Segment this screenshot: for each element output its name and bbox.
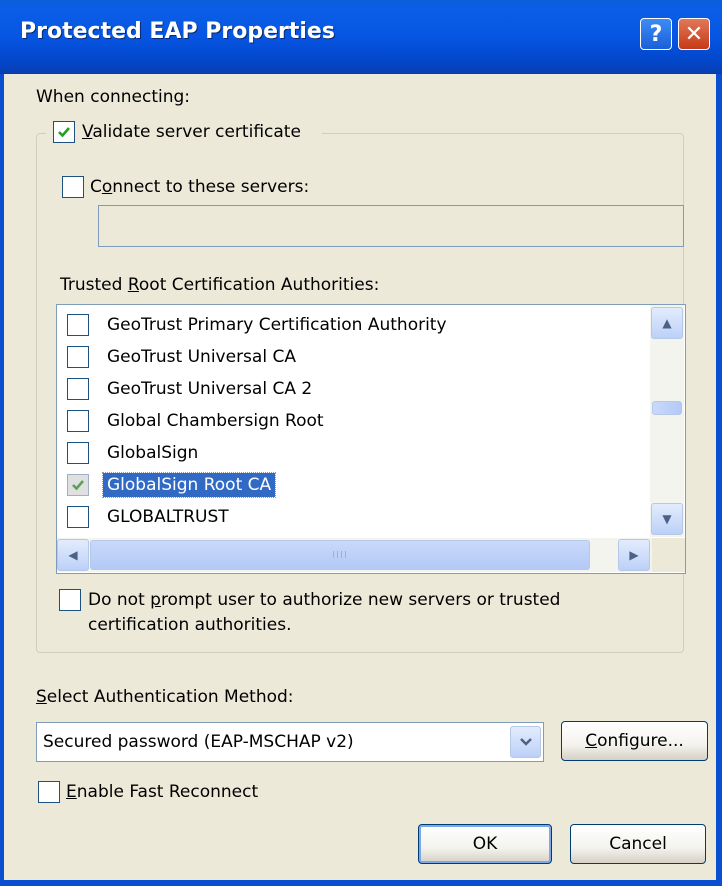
fast-reconnect-checkbox[interactable] <box>38 781 60 803</box>
window-frame-left <box>0 74 4 886</box>
list-item[interactable]: GLOBALTRUST <box>65 501 645 533</box>
scroll-right-button[interactable]: ▶ <box>618 539 650 571</box>
ca-checkbox[interactable] <box>67 378 89 400</box>
chevron-left-icon: ◀ <box>68 548 78 562</box>
no-prompt-label-line2[interactable]: certification authorities. <box>88 614 291 636</box>
checkmark-icon <box>58 127 70 138</box>
window-title: Protected EAP Properties <box>20 19 335 44</box>
scroll-down-button[interactable]: ▼ <box>651 503 683 535</box>
list-item[interactable]: GlobalSign <box>65 437 645 469</box>
validate-cert-label[interactable]: Validate server certificate <box>82 121 301 143</box>
configure-button[interactable]: Configure... <box>561 721 708 761</box>
list-item[interactable]: Global Chambersign Root <box>65 405 645 437</box>
ca-name: GeoTrust Primary Certification Authority <box>107 315 447 335</box>
window-frame-right <box>716 74 722 886</box>
connect-servers-label[interactable]: Connect to these servers: <box>90 176 309 198</box>
list-item[interactable]: GeoTrust Universal CA 2 <box>65 373 645 405</box>
horizontal-scrollbar[interactable]: ◀ IIII ▶ <box>57 538 652 572</box>
ca-name: GLOBALTRUST <box>107 507 229 527</box>
chevron-down-icon: ▼ <box>662 512 672 526</box>
title-bar[interactable]: Protected EAP Properties ? ✕ <box>0 0 722 74</box>
ca-checkbox[interactable] <box>67 346 89 368</box>
vertical-scrollbar[interactable]: ▲ ▼ <box>650 305 684 537</box>
scrollbar-corner <box>652 538 685 572</box>
close-button[interactable]: ✕ <box>678 18 710 50</box>
chevron-up-icon: ▲ <box>662 316 672 330</box>
auth-method-label: Select Authentication Method: <box>36 687 294 707</box>
ca-checkbox[interactable] <box>67 442 89 464</box>
scroll-left-button[interactable]: ◀ <box>57 539 89 571</box>
no-prompt-checkbox[interactable] <box>59 589 81 611</box>
ca-name: GlobalSign Root CA <box>101 472 277 498</box>
ca-checkbox[interactable] <box>67 314 89 336</box>
ok-button[interactable]: OK <box>418 824 552 864</box>
window-frame-bottom <box>0 880 722 886</box>
list-item-selected[interactable]: GlobalSign Root CA <box>65 469 645 501</box>
ca-name: Global Chambersign Root <box>107 411 324 431</box>
connect-servers-checkbox[interactable] <box>62 176 84 198</box>
close-icon: ✕ <box>684 21 704 47</box>
checkmark-icon <box>72 480 84 491</box>
ca-checkbox[interactable] <box>67 474 89 496</box>
when-connecting-label: When connecting: <box>36 87 191 107</box>
auth-method-select[interactable]: Secured password (EAP-MSCHAP v2) <box>36 722 544 762</box>
auth-method-value: Secured password (EAP-MSCHAP v2) <box>43 732 354 752</box>
grip-icon: IIII <box>332 549 348 561</box>
ca-name: GeoTrust Universal CA 2 <box>107 379 313 399</box>
no-prompt-label[interactable]: Do not prompt user to authorize new serv… <box>88 589 560 611</box>
vertical-scroll-thumb[interactable] <box>652 401 682 415</box>
chevron-right-icon: ▶ <box>629 548 639 562</box>
trusted-root-label: Trusted Root Certification Authorities: <box>60 275 380 295</box>
servers-input[interactable] <box>98 205 684 247</box>
validate-cert-checkbox[interactable] <box>53 121 75 143</box>
chevron-down-icon <box>519 738 532 746</box>
ca-name: GlobalSign <box>107 443 199 463</box>
list-item[interactable]: GeoTrust Universal CA <box>65 341 645 373</box>
fast-reconnect-label[interactable]: Enable Fast Reconnect <box>66 781 258 803</box>
ca-listbox[interactable]: GeoTrust Primary Certification Authority… <box>56 304 686 574</box>
scroll-up-button[interactable]: ▲ <box>651 307 683 339</box>
ca-checkbox[interactable] <box>67 410 89 432</box>
help-button[interactable]: ? <box>640 18 672 50</box>
horizontal-scroll-thumb[interactable]: IIII <box>90 540 590 570</box>
list-item[interactable]: GeoTrust Primary Certification Authority <box>65 309 645 341</box>
cancel-button[interactable]: Cancel <box>570 824 706 864</box>
ca-checkbox[interactable] <box>67 506 89 528</box>
dropdown-button[interactable] <box>510 726 541 758</box>
help-icon: ? <box>649 21 663 47</box>
ca-name: GeoTrust Universal CA <box>107 347 296 367</box>
